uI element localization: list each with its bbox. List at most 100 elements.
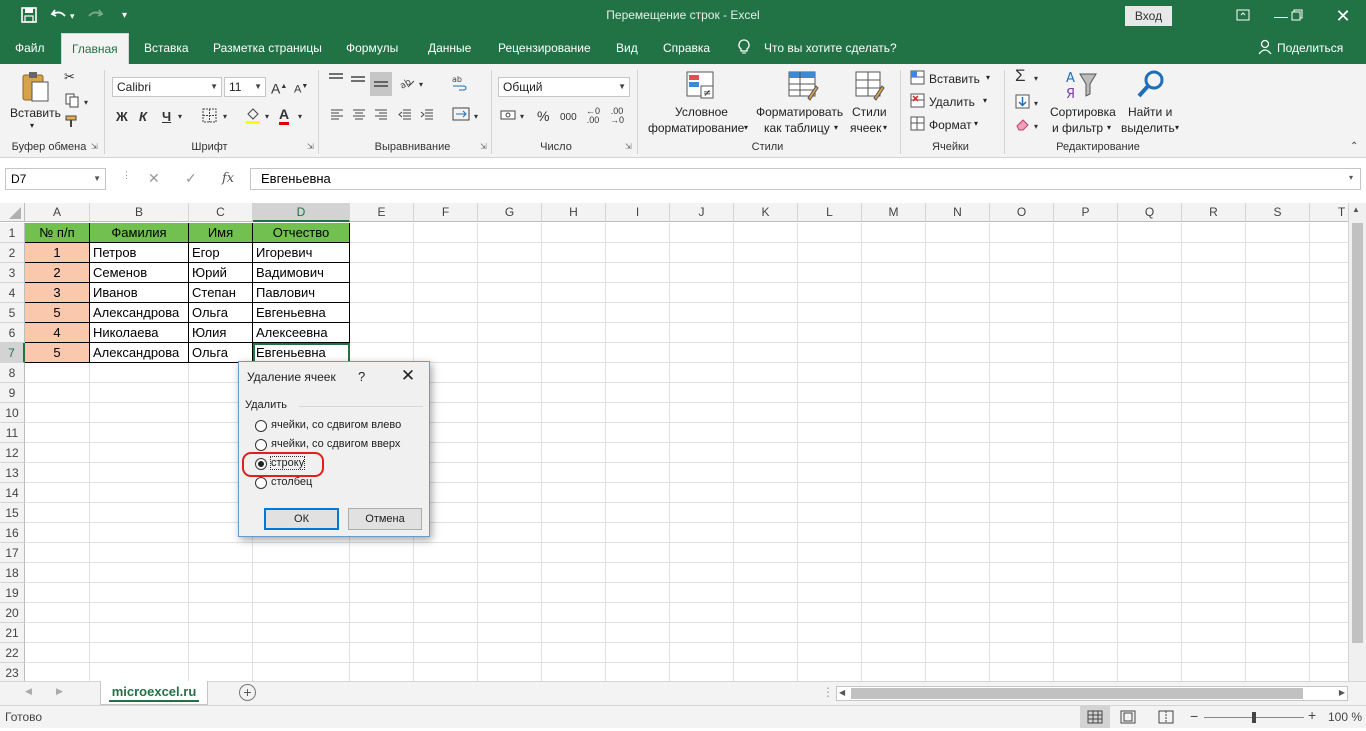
table-cell[interactable] [798,343,862,363]
row-header[interactable]: 4 [0,283,25,303]
page-break-view-icon[interactable] [1158,710,1174,727]
table-cell[interactable] [90,463,189,483]
table-cell[interactable] [734,403,798,423]
table-cell[interactable] [798,483,862,503]
table-cell[interactable] [1054,543,1118,563]
table-cell[interactable] [734,283,798,303]
table-cell[interactable] [862,483,926,503]
table-cell[interactable] [25,563,90,583]
cell-styles-icon[interactable] [852,68,886,102]
table-cell[interactable] [1118,563,1182,583]
table-cell[interactable] [734,343,798,363]
table-cell[interactable] [1246,643,1310,663]
table-cell[interactable] [734,383,798,403]
table-cell[interactable] [734,543,798,563]
table-cell[interactable] [414,283,478,303]
table-cell[interactable] [1118,423,1182,443]
table-cell[interactable] [542,543,606,563]
table-cell[interactable] [862,343,926,363]
fill-color-dropdown-icon[interactable]: ▾ [265,108,269,126]
table-cell[interactable] [253,663,350,681]
align-right-icon[interactable] [374,108,388,127]
column-header[interactable]: L [798,203,862,222]
italic-button[interactable]: К [139,108,147,126]
table-cell[interactable] [542,483,606,503]
select-all-button[interactable] [0,203,25,222]
table-cell[interactable] [862,323,926,343]
table-cell[interactable] [926,403,990,423]
table-cell[interactable] [606,543,670,563]
table-cell[interactable] [1246,383,1310,403]
accounting-dropdown-icon[interactable]: ▾ [520,108,524,126]
table-cell[interactable] [990,483,1054,503]
table-cell[interactable] [414,643,478,663]
table-cell[interactable] [926,323,990,343]
table-cell[interactable] [478,223,542,243]
column-header[interactable]: S [1246,203,1310,222]
table-cell[interactable] [1118,583,1182,603]
tab-review[interactable]: Рецензирование [498,41,591,55]
table-cell[interactable] [350,583,414,603]
decrease-indent-icon[interactable] [398,108,412,127]
table-cell[interactable] [606,483,670,503]
table-cell[interactable] [350,563,414,583]
alignment-launcher-icon[interactable]: ⇲ [480,142,487,151]
table-cell[interactable] [798,583,862,603]
tab-help[interactable]: Справка [663,41,710,55]
table-cell[interactable] [734,483,798,503]
column-header[interactable]: F [414,203,478,222]
table-cell[interactable] [606,643,670,663]
table-cell[interactable] [862,443,926,463]
table-cell[interactable] [1246,563,1310,583]
decrease-decimal-icon[interactable]: .00 →0 [610,107,624,125]
table-cell[interactable] [606,343,670,363]
table-cell[interactable] [253,643,350,663]
table-cell[interactable] [90,403,189,423]
table-cell[interactable] [542,563,606,583]
table-cell[interactable] [25,603,90,623]
table-cell[interactable]: Александрова [90,343,189,363]
table-cell[interactable] [734,223,798,243]
table-cell[interactable] [990,443,1054,463]
table-cell[interactable]: Ольга [189,343,253,363]
table-cell[interactable] [670,603,734,623]
table-cell[interactable] [926,283,990,303]
table-cell[interactable] [253,603,350,623]
table-cell[interactable] [862,463,926,483]
orientation-dropdown-icon[interactable]: ▾ [419,76,423,94]
table-cell[interactable] [1054,643,1118,663]
table-cell[interactable] [990,263,1054,283]
table-cell[interactable]: Николаева [90,323,189,343]
table-cell[interactable] [1182,483,1246,503]
table-cell[interactable] [1054,623,1118,643]
table-cell[interactable] [253,543,350,563]
table-cell[interactable] [1182,283,1246,303]
table-cell[interactable] [1054,343,1118,363]
merge-dropdown-icon[interactable]: ▾ [474,108,478,126]
table-cell[interactable] [1118,363,1182,383]
table-header-cell[interactable]: Отчество [253,223,350,243]
table-cell[interactable] [350,663,414,681]
worksheet-grid[interactable]: A B C D E F G H I J K L M N O P Q R S T 1 № п/п Фамилия Имя Отче… [0,203,1366,681]
table-cell[interactable] [478,423,542,443]
table-cell[interactable]: 3 [25,283,90,303]
table-cell[interactable] [862,263,926,283]
table-cell[interactable] [90,523,189,543]
radio-entire-column[interactable] [255,477,267,489]
scroll-right-icon[interactable]: ▶ [1339,688,1345,697]
table-cell[interactable] [862,503,926,523]
page-layout-view-icon[interactable] [1120,710,1136,727]
name-box[interactable]: D7 ▼ [5,168,106,190]
table-cell[interactable] [862,563,926,583]
normal-view-icon[interactable] [1080,706,1110,728]
table-cell[interactable] [670,463,734,483]
delete-cells-label[interactable]: Удалить [929,95,975,109]
find-select-dropdown-icon[interactable]: ▾ [1175,123,1179,132]
align-center-icon[interactable] [352,108,366,127]
table-cell[interactable] [350,243,414,263]
table-cell[interactable] [1118,463,1182,483]
table-cell[interactable] [798,503,862,523]
table-cell[interactable] [478,243,542,263]
table-cell[interactable] [1118,603,1182,623]
table-cell[interactable] [926,623,990,643]
